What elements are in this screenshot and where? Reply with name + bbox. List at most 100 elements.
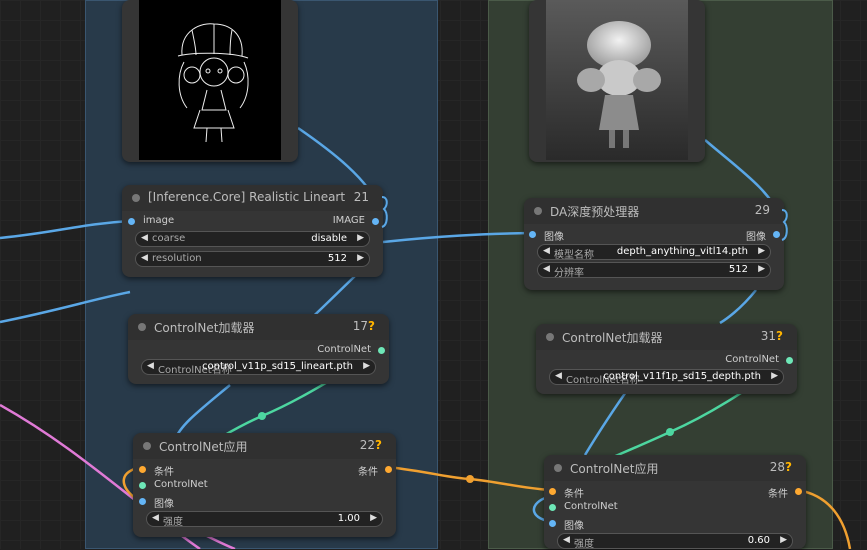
image-port-icon[interactable] xyxy=(372,218,379,225)
wire-pink-lower xyxy=(204,533,236,549)
node-id: 28? xyxy=(769,460,792,474)
image-port-icon[interactable] xyxy=(773,231,780,238)
image-port-icon[interactable] xyxy=(529,231,536,238)
widget-coarse[interactable]: ◀ coarse disable ▶ xyxy=(135,231,370,247)
collapse-dot-icon[interactable] xyxy=(534,207,542,215)
wire-controlnet-left-midpoint xyxy=(258,412,266,420)
arrow-left-icon[interactable]: ◀ xyxy=(147,361,154,371)
widget-strength[interactable]: ◀ 强度 1.00 ▶ xyxy=(146,511,383,528)
conditioning-port-icon[interactable] xyxy=(795,488,802,495)
widget-value: control_v11p_sd15_lineart.pth xyxy=(202,361,353,372)
output-label: IMAGE xyxy=(332,215,365,226)
output-slot-conditioning[interactable]: 条件 xyxy=(768,485,802,500)
input-slot-image[interactable]: image xyxy=(128,215,174,226)
conditioning-port-icon[interactable] xyxy=(385,466,392,473)
node-id: 21 xyxy=(353,190,369,204)
node-title-bar[interactable]: ControlNet加载器 31? xyxy=(536,324,797,350)
arrow-right-icon[interactable]: ▶ xyxy=(357,233,364,243)
help-badge-icon[interactable]: ? xyxy=(776,329,783,343)
arrow-right-icon[interactable]: ▶ xyxy=(758,246,765,256)
collapse-dot-icon[interactable] xyxy=(554,464,562,472)
widget-label: 模型名称 xyxy=(554,250,594,261)
collapse-dot-icon[interactable] xyxy=(138,323,146,331)
conditioning-port-icon[interactable] xyxy=(549,488,556,495)
node-title-bar[interactable]: ControlNet加载器 17? xyxy=(128,314,389,340)
image-port-icon[interactable] xyxy=(128,218,135,225)
node-controlnet-apply-lineart[interactable]: ControlNet应用 22? 条件 ControlNet 图像 条件 ◀ 强… xyxy=(133,433,396,537)
help-badge-icon[interactable]: ? xyxy=(785,460,792,474)
arrow-left-icon[interactable]: ◀ xyxy=(555,371,562,381)
arrow-right-icon[interactable]: ▶ xyxy=(363,361,370,371)
input-label: image xyxy=(143,215,175,226)
widget-value: 1.00 xyxy=(337,513,360,524)
arrow-left-icon[interactable]: ◀ xyxy=(152,513,159,523)
controlnet-port-icon[interactable] xyxy=(786,357,793,364)
node-title-bar[interactable]: DA深度预处理器 29 xyxy=(524,198,784,224)
widget-model-name[interactable]: ◀ 模型名称 depth_anything_vitl14.pth ▶ xyxy=(537,244,771,261)
input-slot-conditioning[interactable]: 条件 xyxy=(139,463,174,478)
wire-depth-image-down xyxy=(719,289,757,325)
input-label: 图像 xyxy=(544,232,564,243)
input-label: 条件 xyxy=(564,489,584,500)
collapse-dot-icon[interactable] xyxy=(546,333,554,341)
lineart-preview-image xyxy=(139,0,281,160)
output-label: ControlNet xyxy=(725,354,779,365)
arrow-left-icon[interactable]: ◀ xyxy=(141,233,148,243)
arrow-left-icon[interactable]: ◀ xyxy=(543,264,550,274)
collapse-dot-icon[interactable] xyxy=(132,194,140,202)
output-slot-conditioning[interactable]: 条件 xyxy=(358,463,392,478)
node-id: 31? xyxy=(760,329,783,343)
help-badge-icon[interactable]: ? xyxy=(375,438,382,452)
node-title: ControlNet应用 xyxy=(159,440,248,454)
node-controlnet-loader-depth[interactable]: ControlNet加载器 31? ControlNet ◀ ControlNe… xyxy=(536,324,797,394)
node-title-bar[interactable]: [Inference.Core] Realistic Lineart 21 xyxy=(122,185,383,211)
arrow-left-icon[interactable]: ◀ xyxy=(563,535,570,545)
node-controlnet-loader-lineart[interactable]: ControlNet加载器 17? ControlNet ◀ ControlNe… xyxy=(128,314,389,384)
arrow-right-icon[interactable]: ▶ xyxy=(771,371,778,381)
output-slot-image[interactable]: 图像 xyxy=(746,228,780,243)
input-slot-image[interactable]: 图像 xyxy=(139,495,174,510)
output-slot-controlnet[interactable]: ControlNet xyxy=(317,344,385,355)
arrow-right-icon[interactable]: ▶ xyxy=(758,264,765,274)
arrow-right-icon[interactable]: ▶ xyxy=(357,253,364,263)
controlnet-port-icon[interactable] xyxy=(549,504,556,511)
lineart-preview-node[interactable] xyxy=(122,0,298,162)
widget-controlnet-name[interactable]: ◀ ControlNet名称 control_v11p_sd15_lineart… xyxy=(141,359,376,376)
arrow-left-icon[interactable]: ◀ xyxy=(141,253,148,263)
help-badge-icon[interactable]: ? xyxy=(368,319,375,333)
image-port-icon[interactable] xyxy=(549,520,556,527)
widget-value: control_v11f1p_sd15_depth.pth xyxy=(603,371,761,382)
widget-resolution[interactable]: ◀ resolution 512 ▶ xyxy=(135,251,370,267)
output-slot-controlnet[interactable]: ControlNet xyxy=(725,354,793,365)
widget-resolution[interactable]: ◀ 分辨率 512 ▶ xyxy=(537,262,771,279)
widget-strength[interactable]: ◀ 强度 0.60 ▶ xyxy=(557,533,793,550)
node-title-bar[interactable]: ControlNet应用 28? xyxy=(544,455,806,481)
output-label: ControlNet xyxy=(317,344,371,355)
node-depth-anything[interactable]: DA深度预处理器 29 图像 图像 ◀ 模型名称 depth_anything_… xyxy=(524,198,784,290)
image-port-icon[interactable] xyxy=(139,498,146,505)
controlnet-port-icon[interactable] xyxy=(139,482,146,489)
node-realistic-lineart[interactable]: [Inference.Core] Realistic Lineart 21 im… xyxy=(122,185,383,277)
arrow-right-icon[interactable]: ▶ xyxy=(780,535,787,545)
node-title-bar[interactable]: ControlNet应用 22? xyxy=(133,433,396,459)
collapse-dot-icon[interactable] xyxy=(143,442,151,450)
controlnet-port-icon[interactable] xyxy=(378,347,385,354)
wire-conditioning-midpoint xyxy=(466,475,474,483)
node-controlnet-apply-depth[interactable]: ControlNet应用 28? 条件 ControlNet 图像 条件 ◀ 强… xyxy=(544,455,806,550)
arrow-left-icon[interactable]: ◀ xyxy=(543,246,550,256)
widget-value: disable xyxy=(311,233,347,244)
input-slot-controlnet[interactable]: ControlNet xyxy=(549,501,618,512)
node-id: 17? xyxy=(352,319,375,333)
depth-preview-node[interactable] xyxy=(529,0,705,162)
input-slot-image[interactable]: 图像 xyxy=(529,228,564,243)
node-title: ControlNet应用 xyxy=(570,462,659,476)
arrow-right-icon[interactable]: ▶ xyxy=(370,513,377,523)
input-slot-image[interactable]: 图像 xyxy=(549,517,584,532)
input-slot-conditioning[interactable]: 条件 xyxy=(549,485,584,500)
widget-value: depth_anything_vitl14.pth xyxy=(616,246,748,257)
wire-image-to-apply-left xyxy=(173,384,231,441)
input-slot-controlnet[interactable]: ControlNet xyxy=(139,479,208,490)
widget-controlnet-name[interactable]: ◀ ControlNet名称 control_v11f1p_sd15_depth… xyxy=(549,369,784,386)
output-slot-image[interactable]: IMAGE xyxy=(333,215,379,226)
conditioning-port-icon[interactable] xyxy=(139,466,146,473)
